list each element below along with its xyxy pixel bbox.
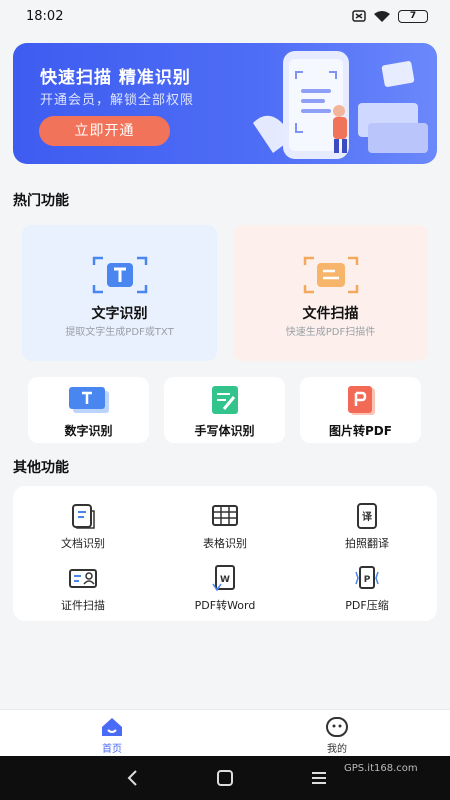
handwriting-icon [212,386,238,414]
banner-title: 快速扫描 精准识别 [40,68,191,88]
pdf-compress-icon: P [355,566,379,589]
small-card-number-recognition[interactable]: 数字识别 [28,377,149,443]
hot-card-desc: 快速生成PDF扫描件 [285,327,376,338]
watermark-url: GPS.it168.com [344,763,418,774]
tab-mine[interactable]: 我的 [307,714,367,756]
other-item-document[interactable]: 文档识别 [23,502,143,558]
document-scan-icon [303,256,359,294]
other-item-translate[interactable]: 译 拍照翻译 [307,502,427,558]
sim-off-icon [352,10,366,22]
phone-scan-illustration [253,51,428,159]
other-item-name: 文档识别 [61,537,105,550]
svg-text:P: P [364,575,371,585]
status-bar: 18:02 7 [0,0,450,32]
other-item-name: 表格识别 [203,537,247,550]
bottom-tab-bar: 首页 我的 [0,709,450,756]
open-vip-button[interactable]: 立即开通 [39,116,170,146]
document-icon [72,504,95,529]
other-item-pdf-compress[interactable]: P PDF压缩 [307,564,427,620]
hot-card-name: 文字识别 [91,306,148,322]
small-card-handwriting[interactable]: 手写体识别 [164,377,285,443]
small-card-image-to-pdf[interactable]: 图片转PDF [300,377,421,443]
menu-icon[interactable] [307,766,331,790]
other-item-pdf-to-word[interactable]: W PDF转Word [165,564,285,620]
back-icon[interactable] [121,766,145,790]
tab-home[interactable]: 首页 [82,714,142,756]
tab-label: 我的 [327,744,347,755]
battery-indicator: 7 [398,9,428,23]
small-card-name: 图片转PDF [329,424,392,438]
status-icons: 7 [352,9,428,23]
profile-face-icon [326,717,348,737]
status-time: 18:02 [26,8,64,24]
pdf-to-word-icon: W [212,565,235,592]
hot-card-desc: 提取文字生成PDF或TXT [65,327,174,338]
hot-card-name: 文件扫描 [302,306,359,322]
banner-subtitle: 开通会员，解锁全部权限 [40,93,195,108]
small-card-name: 数字识别 [64,424,113,438]
number-scan-icon [69,387,109,413]
other-item-name: PDF转Word [194,599,256,612]
id-card-icon [69,569,97,588]
image-to-pdf-icon [348,386,375,415]
other-section-title: 其他功能 [13,460,69,476]
other-item-name: 证件扫描 [61,599,105,612]
hot-section-title: 热门功能 [13,193,69,209]
home-icon [102,718,122,736]
vip-banner[interactable]: 快速扫描 精准识别 开通会员，解锁全部权限 立即开通 [13,43,437,164]
tab-label: 首页 [102,744,122,755]
other-item-name: 拍照翻译 [345,537,389,550]
text-scan-icon [92,256,148,294]
other-item-name: PDF压缩 [345,599,389,612]
other-item-id-card[interactable]: 证件扫描 [23,564,143,620]
other-functions-panel: 文档识别 表格识别 译 拍照翻译 证件扫描 W PDF转Word P PDF压缩 [13,486,437,621]
table-icon [212,505,238,526]
svg-text:W: W [220,575,230,585]
other-item-table[interactable]: 表格识别 [165,502,285,558]
svg-text:译: 译 [362,510,373,523]
home-button-icon[interactable] [213,766,237,790]
hot-card-file-scan[interactable]: 文件扫描 快速生成PDF扫描件 [233,225,428,361]
hot-card-text-recognition[interactable]: 文字识别 提取文字生成PDF或TXT [22,225,217,361]
wifi-icon [374,10,390,22]
small-card-name: 手写体识别 [194,424,255,438]
translate-icon: 译 [357,503,377,529]
